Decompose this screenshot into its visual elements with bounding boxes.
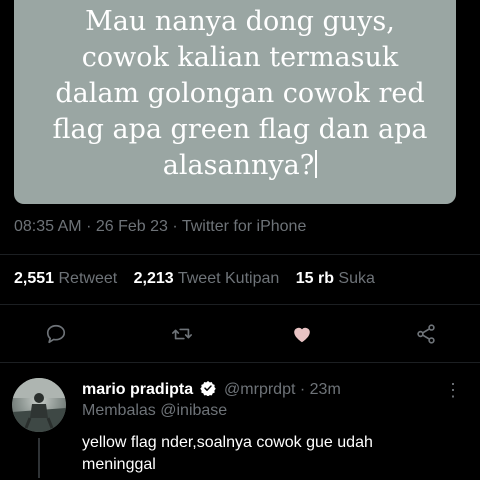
divider <box>0 362 480 363</box>
reply-button[interactable] <box>38 316 74 352</box>
share-icon <box>417 324 435 344</box>
user-handle[interactable]: @mrprdpt <box>224 381 295 398</box>
tweet-stats: 2,551 Retweet 2,213 Tweet Kutipan 15 rb … <box>14 270 387 288</box>
heart-icon <box>294 327 310 343</box>
tweet-action-bar <box>0 316 480 352</box>
like-count[interactable]: 15 rb <box>296 270 334 287</box>
like-label[interactable]: Suka <box>338 270 374 287</box>
replying-to[interactable]: Membalas @inibase <box>82 402 227 420</box>
comment-icon <box>46 324 66 344</box>
tweet-timestamp[interactable]: 08:35 AM · 26 Feb 23 · Twitter for iPhon… <box>14 218 306 236</box>
verified-badge-icon <box>199 381 216 397</box>
avatar[interactable] <box>12 378 66 432</box>
quote-count[interactable]: 2,213 <box>134 270 174 287</box>
more-options-icon[interactable]: ⋮ <box>444 380 462 401</box>
divider <box>0 254 480 255</box>
tweet-image[interactable]: Mau nanya dong guys, cowok kalian termas… <box>14 0 456 204</box>
like-button[interactable] <box>284 316 320 352</box>
text-cursor <box>315 150 318 178</box>
thread-line <box>38 438 40 478</box>
image-caption-text: Mau nanya dong guys, cowok kalian termas… <box>52 6 428 181</box>
retweet-count[interactable]: 2,551 <box>14 270 54 287</box>
retweet-button[interactable] <box>164 316 200 352</box>
share-button[interactable] <box>408 316 444 352</box>
meta-separator: · <box>86 218 92 235</box>
retweet-label[interactable]: Retweet <box>59 270 118 287</box>
display-name[interactable]: mario pradipta <box>82 381 193 398</box>
tweet-source[interactable]: Twitter for iPhone <box>182 218 307 235</box>
meta-separator: · <box>172 218 178 235</box>
header-separator: · <box>299 381 306 398</box>
reply-tweet[interactable]: mario pradipta @mrprdpt · 23m ⋮ Membalas… <box>0 372 480 480</box>
tweet-time: 08:35 AM <box>14 218 82 235</box>
avatar-photo <box>12 378 66 432</box>
reply-time: 23m <box>309 381 341 398</box>
reply-text: yellow flag nder,soalnya cowok gue udah … <box>82 434 373 473</box>
quote-label[interactable]: Tweet Kutipan <box>178 270 279 287</box>
retweet-icon <box>172 328 192 340</box>
reply-header: mario pradipta @mrprdpt · 23m <box>82 380 341 399</box>
divider <box>0 304 480 305</box>
tweet-date: 26 Feb 23 <box>95 218 168 235</box>
